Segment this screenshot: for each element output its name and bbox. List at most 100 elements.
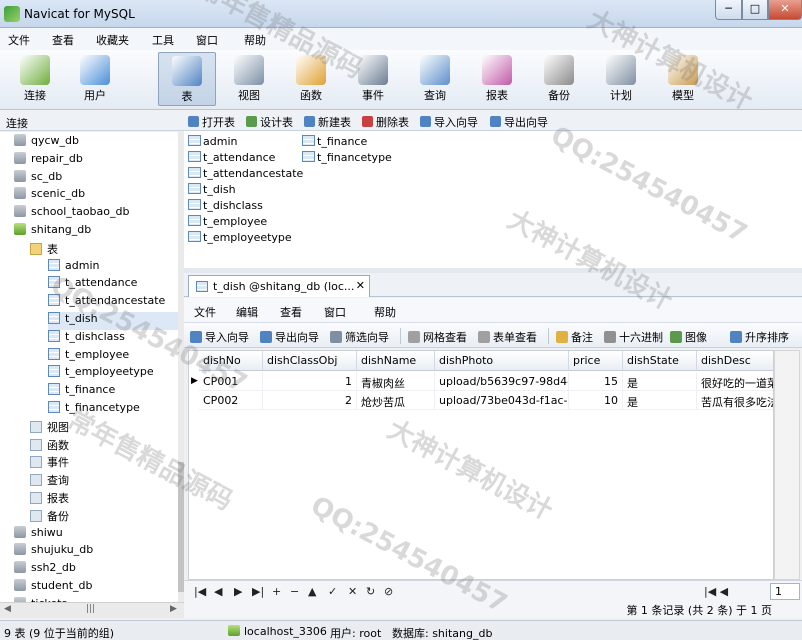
tree-table-admin[interactable]: admin xyxy=(48,258,178,277)
tree-table-t_employeetype[interactable]: t_employeetype xyxy=(48,365,178,383)
grid-cell[interactable]: 炝炒苦瓜 xyxy=(357,391,435,410)
maximize-button[interactable]: □ xyxy=(742,0,768,20)
menu-file[interactable]: 文件 xyxy=(8,32,30,48)
grid-cell[interactable]: CP001 xyxy=(199,372,263,391)
tree-db-sc_db[interactable]: sc_db xyxy=(14,169,178,188)
toolbar-function-button[interactable]: 函数 xyxy=(282,52,340,106)
data-toolbar-button[interactable]: 十六进制 xyxy=(604,329,663,345)
data-menu-file[interactable]: 文件 xyxy=(194,304,216,320)
grid-cell[interactable]: 1 xyxy=(263,372,357,391)
scroll-left-icon[interactable]: ◀ xyxy=(4,604,11,614)
tree-table-t_dishclass[interactable]: t_dishclass xyxy=(48,329,178,348)
toolbar-query-button[interactable]: 查询 xyxy=(406,52,464,106)
tab-close-icon[interactable]: ✕ xyxy=(356,279,365,292)
column-header-dishClassObj[interactable]: dishClassObj xyxy=(263,351,357,371)
tree-db-scenic_db[interactable]: scenic_db xyxy=(14,187,178,205)
tree-object-item[interactable]: 备份 xyxy=(30,508,178,526)
grid-cell[interactable]: upload/b5639c97-98d4-4 xyxy=(435,372,569,391)
tree-object-item[interactable]: 事件 xyxy=(30,454,178,472)
object-list-item[interactable]: t_attendancestate xyxy=(188,167,303,180)
tree-table-t_financetype[interactable]: t_financetype xyxy=(48,401,178,419)
grid-cell[interactable]: CP002 xyxy=(199,391,263,410)
data-toolbar-button[interactable]: 导入向导 xyxy=(190,329,249,345)
tree-horizontal-scrollbar[interactable]: ◀ ||| ▶ xyxy=(0,602,184,618)
nav-button-icon[interactable]: ↻ xyxy=(366,585,375,598)
menu-favorites[interactable]: 收藏夹 xyxy=(96,32,129,48)
column-header-dishDesc[interactable]: dishDesc xyxy=(697,351,773,371)
page-number-input[interactable]: 1 xyxy=(770,583,800,600)
toolbar-model-button[interactable]: 模型 xyxy=(654,52,712,106)
column-header-dishPhoto[interactable]: dishPhoto xyxy=(435,351,569,371)
toolbar-table-button[interactable]: 表 xyxy=(158,52,216,106)
nav-button-icon[interactable]: |◀ xyxy=(194,585,206,598)
menu-tools[interactable]: 工具 xyxy=(152,32,174,48)
nav-button-icon[interactable]: + xyxy=(272,585,281,598)
tree-object-item[interactable]: 函数 xyxy=(30,437,178,455)
object-list-item[interactable]: t_finance xyxy=(302,135,367,148)
data-toolbar-button[interactable]: 升序排序 xyxy=(730,329,789,345)
tree-db-repair_db[interactable]: repair_db xyxy=(14,151,178,170)
toolbar-event-button[interactable]: 事件 xyxy=(344,52,402,106)
object-list-item[interactable]: t_financetype xyxy=(302,151,392,164)
nav-button-icon[interactable]: ▲ xyxy=(308,585,316,598)
minimize-button[interactable]: ─ xyxy=(715,0,742,20)
column-header-price[interactable]: price xyxy=(569,351,623,371)
tree-table-t_dish[interactable]: t_dish xyxy=(48,312,178,330)
object-list-item[interactable]: t_attendance xyxy=(188,151,275,164)
grid-cell[interactable]: 2 xyxy=(263,391,357,410)
grid-vertical-scrollbar[interactable] xyxy=(774,350,800,580)
tree-table-t_employee[interactable]: t_employee xyxy=(48,347,178,366)
data-toolbar-button[interactable]: 筛选向导 xyxy=(330,329,389,345)
nav-button-icon[interactable]: ⊘ xyxy=(384,585,393,598)
tree-table-t_attendance[interactable]: t_attendance xyxy=(48,276,178,294)
object-list-item[interactable]: t_dish xyxy=(188,183,236,196)
object-list-item[interactable]: t_employee xyxy=(188,215,267,228)
tree-object-item[interactable]: 视图 xyxy=(30,419,178,437)
grid-cell[interactable]: 是 xyxy=(623,391,697,410)
grid-cell[interactable]: 很好吃的一道菜 xyxy=(697,372,773,391)
grid-cell[interactable]: 10 xyxy=(569,391,623,410)
tree-object-item[interactable]: 报表 xyxy=(30,490,178,508)
nav-first-page-icon[interactable]: |◀ ◀ xyxy=(704,585,728,598)
menu-view[interactable]: 查看 xyxy=(52,32,74,48)
grid-cell[interactable]: upload/73be043d-f1ac-4 xyxy=(435,391,569,410)
toolbar-schedule-button[interactable]: 计划 xyxy=(592,52,650,106)
grid-cell[interactable]: 青椒肉丝 xyxy=(357,372,435,391)
data-toolbar-button[interactable]: 图像 xyxy=(670,329,707,345)
scroll-thumb[interactable] xyxy=(178,462,184,592)
scroll-grip-icon[interactable]: ||| xyxy=(86,604,95,614)
object-list-item[interactable]: admin xyxy=(188,135,237,148)
toolbar-user-button[interactable]: 用户 xyxy=(66,52,124,106)
tree-db-shiwu[interactable]: shiwu xyxy=(14,525,178,544)
tree-table-t_finance[interactable]: t_finance xyxy=(48,383,178,401)
tree-tables-folder[interactable]: 表 xyxy=(30,241,178,259)
tree-db-ssh2_db[interactable]: ssh2_db xyxy=(14,561,178,579)
column-header-dishNo[interactable]: dishNo xyxy=(199,351,263,371)
column-header-dishName[interactable]: dishName xyxy=(357,351,435,371)
tree-db-shujuku_db[interactable]: shujuku_db xyxy=(14,543,178,561)
object-toolbar-button[interactable]: 设计表 xyxy=(246,114,293,130)
tree-db-qycw_db[interactable]: qycw_db xyxy=(14,134,178,152)
object-toolbar-button[interactable]: 导入向导 xyxy=(420,114,478,130)
nav-button-icon[interactable]: ▶| xyxy=(252,585,264,598)
tree-db-school_taobao_db[interactable]: school_taobao_db xyxy=(14,205,178,223)
grid-cell[interactable]: 15 xyxy=(569,372,623,391)
menu-help[interactable]: 帮助 xyxy=(244,32,266,48)
data-menu-window[interactable]: 窗口 xyxy=(324,304,346,320)
nav-button-icon[interactable]: ✕ xyxy=(348,585,357,598)
column-header-dishState[interactable]: dishState xyxy=(623,351,697,371)
toolbar-connection-button[interactable]: 连接 xyxy=(6,52,64,106)
object-list-item[interactable]: t_employeetype xyxy=(188,231,292,244)
data-toolbar-button[interactable]: 网格查看 xyxy=(408,329,467,345)
toolbar-backup-button[interactable]: 备份 xyxy=(530,52,588,106)
nav-button-icon[interactable]: ▶ xyxy=(234,585,242,598)
object-toolbar-button[interactable]: 删除表 xyxy=(362,114,409,130)
toolbar-report-button[interactable]: 报表 xyxy=(468,52,526,106)
data-toolbar-button[interactable]: 导出向导 xyxy=(260,329,319,345)
data-menu-edit[interactable]: 编辑 xyxy=(236,304,258,320)
tree-object-item[interactable]: 查询 xyxy=(30,472,178,490)
toolbar-view-button[interactable]: 视图 xyxy=(220,52,278,106)
nav-button-icon[interactable]: − xyxy=(290,585,299,598)
close-button[interactable]: ✕ xyxy=(768,0,802,20)
grid-cell[interactable]: 是 xyxy=(623,372,697,391)
